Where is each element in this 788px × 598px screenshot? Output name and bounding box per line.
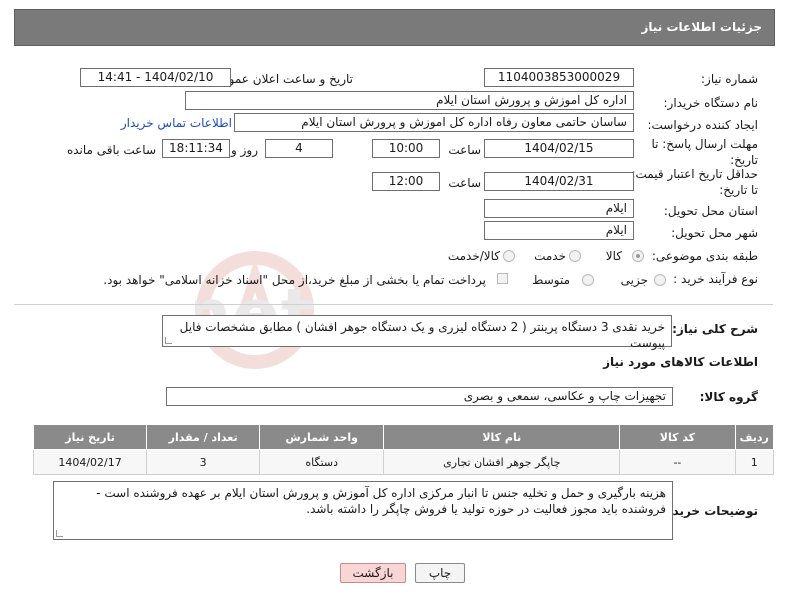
general-desc-text: خرید نقدی 3 دستگاه پرینتر ( 2 دستگاه لیز…: [179, 320, 665, 350]
goods-table: ردیف کد کالا نام کالا واحد شمارش تعداد /…: [32, 424, 775, 475]
category-option-goods: کالا: [605, 249, 622, 263]
hours-left-label: ساعت باقی مانده: [66, 143, 156, 157]
need-number-label: شماره نیاز:: [701, 72, 758, 86]
col-unit: واحد شمارش: [259, 424, 385, 450]
buyer-org-field: اداره کل اموزش و پرورش استان ایلام: [185, 91, 634, 110]
print-button[interactable]: چاپ: [415, 563, 465, 583]
buyer-notes-text: هزینه بارگیری و حمل و تخلیه جنس تا انبار…: [96, 486, 666, 516]
col-quantity: تعداد / مقدار: [146, 424, 261, 450]
category-radio-both[interactable]: [503, 250, 515, 262]
purchase-option-minor: جزیی: [620, 273, 648, 287]
table-header-row: ردیف کد کالا نام کالا واحد شمارش تعداد /…: [32, 424, 775, 450]
col-goods-code: کد کالا: [619, 424, 736, 450]
delivery-province-label: استان محل تحویل:: [663, 204, 758, 218]
resize-grip-icon[interactable]: [165, 337, 172, 344]
col-need-date: تاریخ نیاز: [32, 424, 148, 450]
price-date-field: 1404/02/31: [484, 172, 634, 191]
category-option-both: کالا/خدمت: [447, 249, 500, 263]
time-remaining-field: 18:11:34: [162, 139, 230, 158]
category-label: طبقه بندی موضوعی:: [651, 249, 758, 263]
col-goods-name: نام کالا: [383, 424, 621, 450]
purchase-radio-minor[interactable]: [654, 274, 666, 286]
cell-unit: دستگاه: [259, 449, 385, 475]
purchase-option-medium: متوسط: [532, 273, 570, 287]
requester-label: ایجاد کننده درخواست:: [647, 118, 758, 132]
category-radio-goods[interactable]: [632, 250, 644, 262]
city-field: ایلام: [484, 221, 634, 240]
divider: [14, 304, 773, 305]
cell-need-date: 1404/02/17: [32, 449, 148, 475]
days-remaining-field: 4: [265, 139, 333, 158]
province-field: ایلام: [484, 199, 634, 218]
price-time-field: 12:00: [372, 172, 440, 191]
reply-deadline-label: مهلت ارسال پاسخ: تا تاریخ:: [651, 137, 758, 167]
goods-group-label: گروه کالا:: [699, 390, 758, 404]
cell-quantity: 3: [146, 449, 261, 475]
cell-goods-name: چاپگر جوهر افشان تجاری: [383, 449, 621, 475]
table-row: 1 -- چاپگر جوهر افشان تجاری دستگاه 3 140…: [32, 449, 775, 475]
header-bar: جزئیات اطلاعات نیاز: [14, 9, 775, 46]
goods-group-field: تجهیزات چاپ و عکاسی، سمعی و بصری: [166, 387, 673, 406]
price-validity-label: حداقل تاریخ اعتبار قیمت: تا تاریخ:: [631, 167, 758, 197]
resize-grip-icon[interactable]: [56, 530, 63, 537]
price-time-label: ساعت: [448, 176, 481, 190]
buyer-contact-link[interactable]: اطلاعات تماس خریدار: [121, 116, 232, 130]
announce-datetime-field: 1404/02/10 - 14:41: [80, 68, 231, 87]
purchase-radio-medium[interactable]: [582, 274, 594, 286]
general-desc-field: خرید نقدی 3 دستگاه پرینتر ( 2 دستگاه لیز…: [162, 315, 672, 350]
purchase-type-label: نوع فرآیند خرید :: [673, 272, 758, 286]
treasury-payment-checkbox[interactable]: [497, 273, 508, 284]
buyer-notes-field: هزینه بارگیری و حمل و تخلیه جنس تا انبار…: [53, 481, 673, 540]
treasury-payment-note: پرداخت تمام یا بخشی از مبلغ خرید،از محل …: [103, 273, 486, 287]
back-button[interactable]: بازگشت: [340, 563, 406, 583]
col-row: ردیف: [734, 424, 775, 450]
category-radio-service[interactable]: [569, 250, 581, 262]
reply-time-field: 10:00: [372, 139, 440, 158]
need-number-field: 1104003853000029: [484, 68, 634, 87]
general-desc-label: شرح کلی نیاز:: [672, 322, 758, 336]
reply-date-field: 1404/02/15: [484, 139, 634, 158]
delivery-city-label: شهر محل تحویل:: [671, 226, 758, 240]
cell-goods-code: --: [619, 449, 736, 475]
cell-row: 1: [734, 449, 775, 475]
buyer-org-label: نام دستگاه خریدار:: [663, 96, 759, 110]
reply-time-label: ساعت: [448, 143, 481, 157]
requester-field: ساسان حاتمی معاون رفاه اداره کل اموزش و …: [234, 113, 634, 132]
category-option-service: خدمت: [534, 249, 566, 263]
days-label: روز و: [231, 143, 258, 157]
goods-info-heading: اطلاعات کالاهای مورد نیاز: [603, 355, 758, 369]
page-title: جزئیات اطلاعات نیاز: [641, 20, 762, 34]
